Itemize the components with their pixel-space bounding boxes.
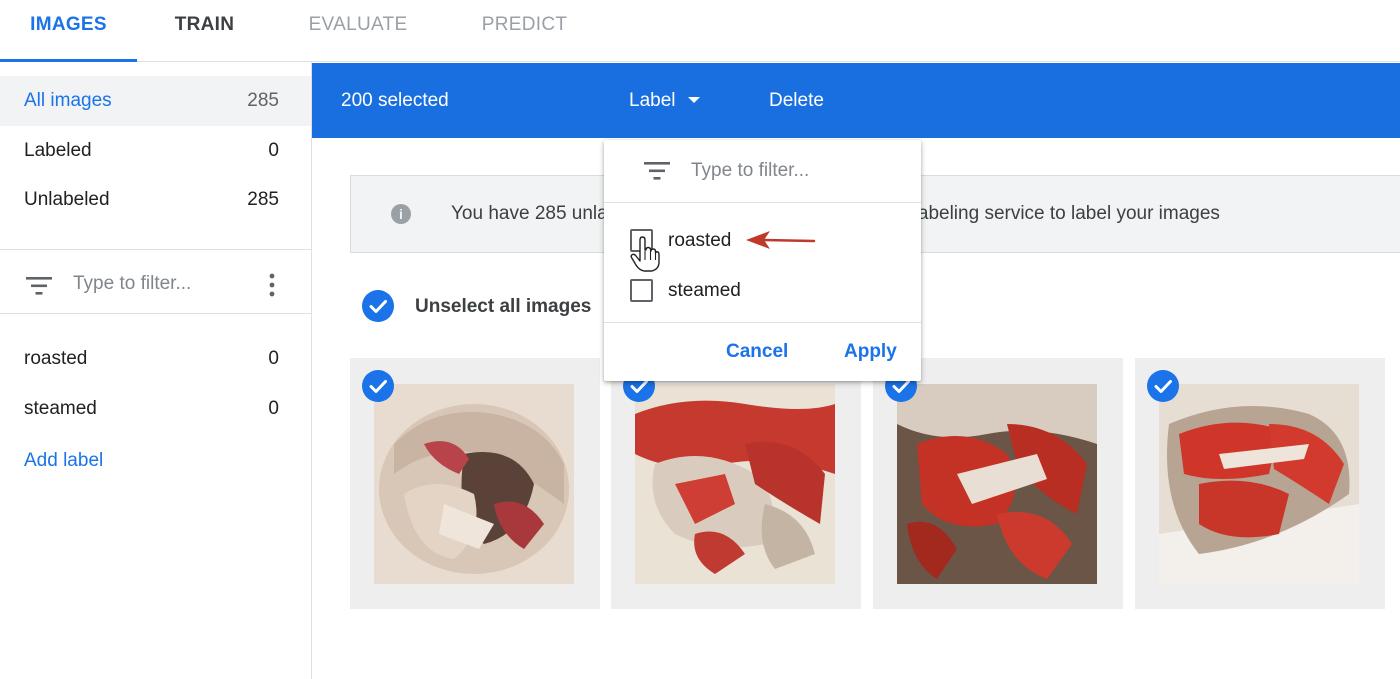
check-icon <box>362 290 394 322</box>
unselect-all-label: Unselect all images <box>415 296 592 317</box>
image-card[interactable] <box>873 358 1123 609</box>
option-label: steamed <box>668 280 741 301</box>
tab-evaluate[interactable]: EVALUATE <box>290 0 426 61</box>
food-image <box>374 384 574 584</box>
dropdown-filter-input[interactable]: Type to filter... <box>691 160 809 182</box>
option-steamed[interactable]: steamed <box>630 274 910 308</box>
delete-button[interactable]: Delete <box>769 90 824 112</box>
label-menu-button[interactable]: Label <box>629 90 676 112</box>
hand-cursor-icon <box>630 236 660 272</box>
label-filter[interactable]: Type to filter... <box>0 257 311 313</box>
image-card[interactable] <box>1135 358 1385 609</box>
label-name: roasted <box>24 348 88 369</box>
food-image <box>1159 384 1359 584</box>
food-image <box>897 384 1097 584</box>
label-count: 0 <box>268 398 279 419</box>
label-name: steamed <box>24 398 97 419</box>
divider <box>0 249 311 250</box>
image-card[interactable] <box>350 358 600 609</box>
image-card[interactable] <box>611 358 861 609</box>
apply-button[interactable]: Apply <box>844 341 897 363</box>
tab-bar: IMAGES TRAIN EVALUATE PREDICT <box>0 0 1400 62</box>
annotation-arrow-icon <box>746 231 816 249</box>
tab-images[interactable]: IMAGES <box>0 0 137 62</box>
sidebar-item-label: Unlabeled <box>24 189 110 210</box>
divider <box>0 313 311 314</box>
sidebar-item-count: 285 <box>247 90 279 111</box>
food-image <box>635 384 835 584</box>
check-icon[interactable] <box>1147 370 1179 402</box>
sidebar-item-unlabeled[interactable]: Unlabeled 285 <box>0 175 311 225</box>
option-label: roasted <box>668 230 732 251</box>
chevron-down-icon[interactable] <box>688 97 700 103</box>
info-icon: i <box>391 204 411 224</box>
divider <box>604 202 921 203</box>
divider <box>604 322 921 323</box>
sidebar-item-all-images[interactable]: All images 285 <box>0 76 311 126</box>
filter-icon <box>26 277 52 295</box>
filter-input[interactable]: Type to filter... <box>73 273 191 295</box>
add-label-link[interactable]: Add label <box>24 450 103 472</box>
label-count: 0 <box>268 348 279 369</box>
sidebar-item-label: All images <box>24 90 112 111</box>
tab-predict[interactable]: PREDICT <box>462 0 587 61</box>
sidebar-item-count: 0 <box>268 140 279 161</box>
sidebar-item-count: 285 <box>247 189 279 210</box>
more-vert-icon[interactable] <box>262 271 282 299</box>
sidebar-item-labeled[interactable]: Labeled 0 <box>0 126 311 176</box>
sidebar: All images 285 Labeled 0 Unlabeled 285 T… <box>0 62 312 679</box>
selection-bar: 200 selected Label Delete <box>312 63 1400 138</box>
sidebar-item-roasted[interactable]: roasted 0 <box>0 336 311 384</box>
cancel-button[interactable]: Cancel <box>726 341 788 363</box>
sidebar-item-steamed[interactable]: steamed 0 <box>0 386 311 434</box>
selected-count: 200 selected <box>341 90 449 111</box>
tab-train[interactable]: TRAIN <box>137 0 272 61</box>
sidebar-item-label: Labeled <box>24 140 92 161</box>
checkbox[interactable] <box>630 279 653 302</box>
filter-icon <box>644 162 670 180</box>
check-icon[interactable] <box>362 370 394 402</box>
